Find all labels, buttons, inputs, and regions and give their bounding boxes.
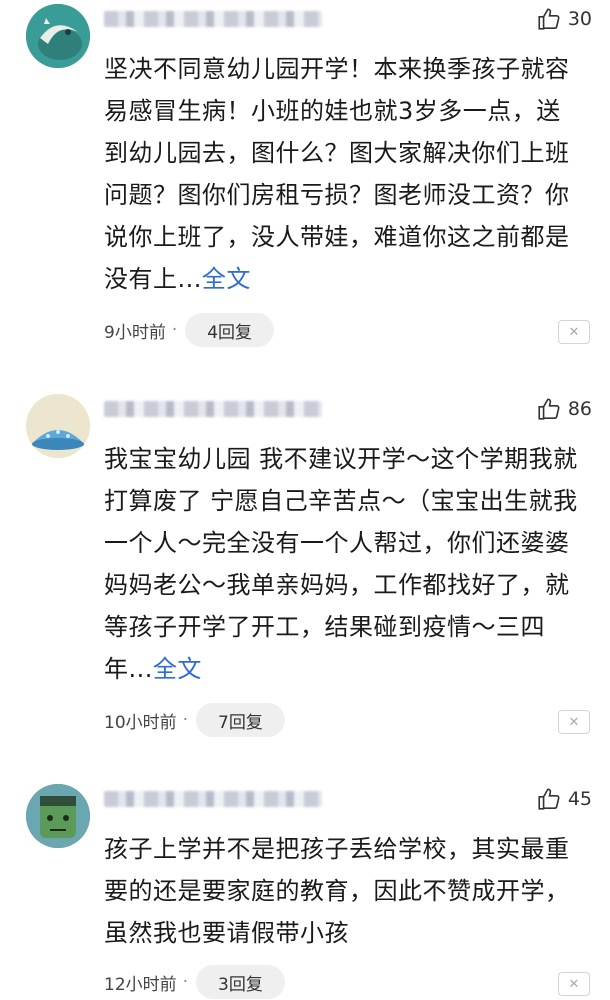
like-count: 86 [567, 398, 592, 420]
like-button[interactable]: 30 [536, 6, 592, 32]
comment-text: 坚决不同意幼儿园开学！本来换季孩子就容易感冒生病！小班的娃也就3岁多一点，送到幼… [104, 48, 579, 300]
comment-item: 30 坚决不同意幼儿园开学！本来换季孩子就容易感冒生病！小班的娃也就3岁多一点，… [0, 0, 610, 370]
close-icon: ✕ [568, 976, 580, 992]
avatar[interactable] [26, 4, 90, 68]
username-blurred[interactable] [104, 11, 322, 27]
full-text-link[interactable]: 全文 [202, 265, 251, 293]
separator-dot: · [182, 972, 189, 992]
thumbs-up-icon [538, 788, 560, 810]
comment-text: 孩子上学并不是把孩子丢给学校，其实最重要的还是要家庭的教育，因此不赞成开学，虽然… [104, 828, 579, 954]
comment-meta: 9小时前 · 4回复 [104, 313, 275, 347]
timestamp: 12小时前 [104, 974, 177, 995]
timestamp: 9小时前 [104, 322, 166, 343]
thumbs-up-icon [538, 8, 560, 30]
reply-count-button[interactable]: 3回复 [196, 965, 285, 999]
username-blurred[interactable] [104, 401, 322, 417]
close-icon: ✕ [568, 714, 580, 730]
dismiss-button[interactable]: ✕ [558, 320, 590, 344]
thumbs-up-icon [538, 398, 560, 420]
like-count: 45 [567, 788, 592, 810]
like-button[interactable]: 86 [536, 396, 592, 422]
like-count: 30 [567, 8, 592, 30]
separator-dot: · [171, 320, 178, 340]
separator-dot: · [182, 710, 189, 730]
comment-body: 我宝宝幼儿园 我不建议开学～这个学期我就打算废了 宁愿自己辛苦点～（宝宝出生就我… [104, 445, 578, 683]
like-button[interactable]: 45 [536, 786, 592, 812]
comment-meta: 10小时前 · 7回复 [104, 703, 285, 737]
comment-meta: 12小时前 · 3回复 [104, 965, 285, 999]
comment-body: 孩子上学并不是把孩子丢给学校，其实最重要的还是要家庭的教育，因此不赞成开学，虽然… [104, 835, 570, 947]
avatar[interactable] [26, 784, 90, 848]
comment-text: 我宝宝幼儿园 我不建议开学～这个学期我就打算废了 宁愿自己辛苦点～（宝宝出生就我… [104, 438, 579, 690]
comment-body: 坚决不同意幼儿园开学！本来换季孩子就容易感冒生病！小班的娃也就3岁多一点，送到幼… [104, 55, 570, 293]
comment-item: 86 我宝宝幼儿园 我不建议开学～这个学期我就打算废了 宁愿自己辛苦点～（宝宝出… [0, 390, 610, 760]
timestamp: 10小时前 [104, 712, 177, 733]
username-blurred[interactable] [104, 791, 322, 807]
reply-count-button[interactable]: 7回复 [196, 703, 285, 737]
dismiss-button[interactable]: ✕ [558, 972, 590, 996]
avatar[interactable] [26, 394, 90, 458]
close-icon: ✕ [568, 324, 580, 340]
comment-item: 45 孩子上学并不是把孩子丢给学校，其实最重要的还是要家庭的教育，因此不赞成开学… [0, 780, 610, 1000]
full-text-link[interactable]: 全文 [153, 655, 202, 683]
reply-count-button[interactable]: 4回复 [185, 313, 275, 347]
dismiss-button[interactable]: ✕ [558, 710, 590, 734]
